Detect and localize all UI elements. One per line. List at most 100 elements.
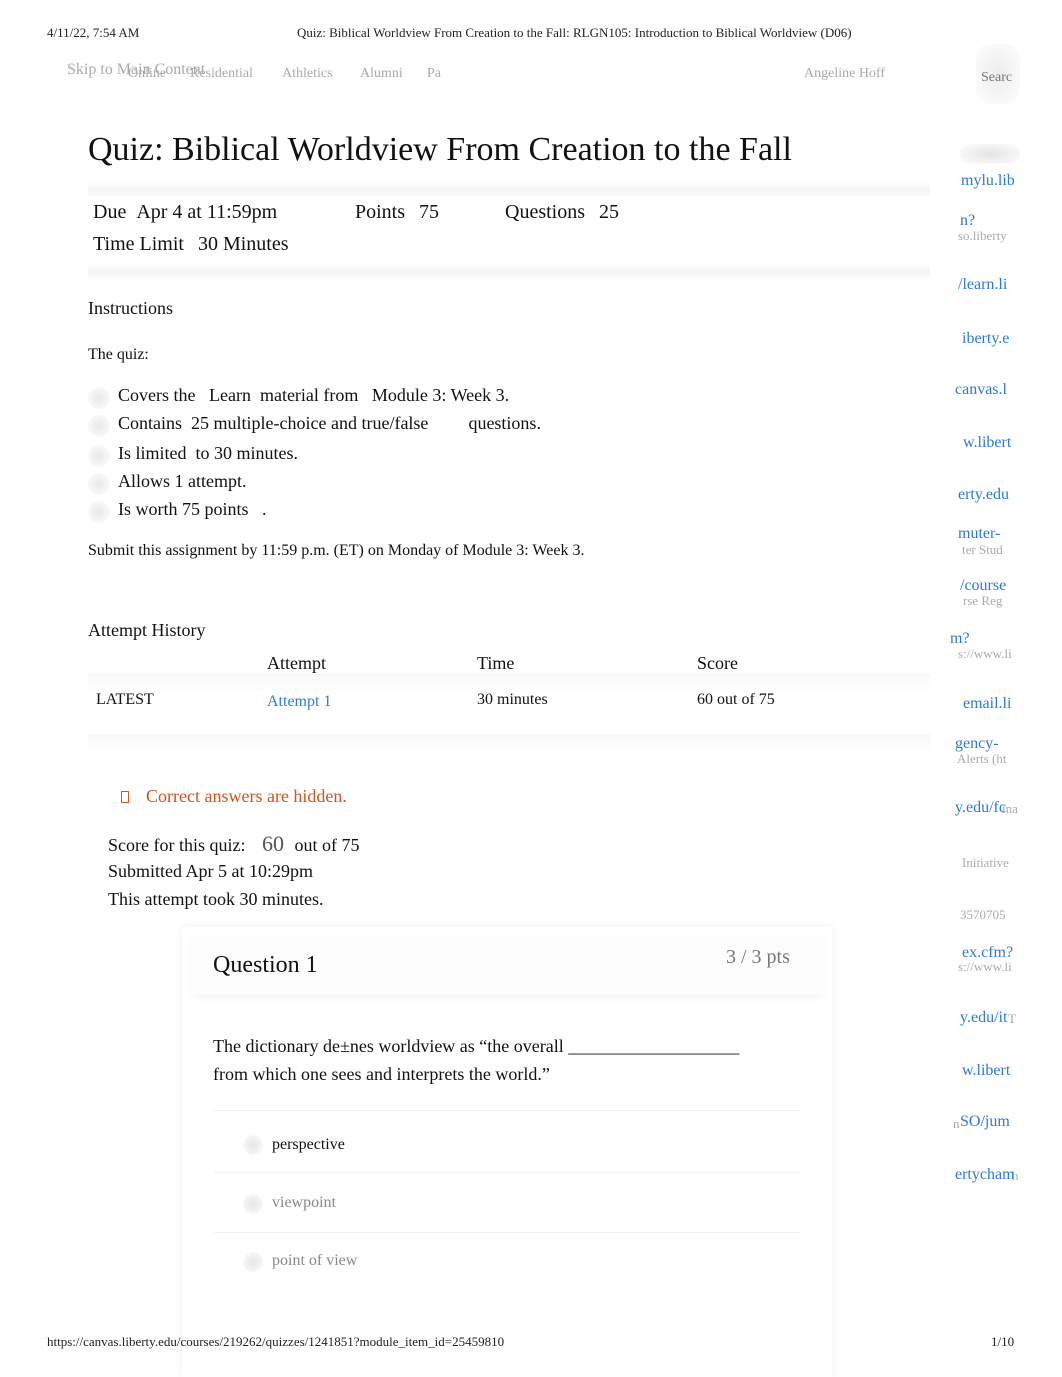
overflow-text: 3570705 [960,907,1006,922]
bullet-icon [88,445,110,467]
question-title: Question 1 [213,952,318,978]
correct-answers-hidden-notice: Correct answers are hidden. [146,786,347,806]
overflow-text: ina [1002,801,1018,816]
divider [214,1232,800,1233]
latest-tag: LATEST [96,691,154,708]
overflow-text: ter Stud [962,542,1003,557]
attempt-1-link[interactable]: Attempt 1 [267,693,331,711]
overflow-text: n [953,1116,960,1131]
text: . [262,499,267,519]
points-label: Points [355,201,406,223]
overflow-link[interactable]: email.li [963,695,1011,713]
overflow-text: h [1012,1168,1019,1183]
text: Allows 1 attempt. [118,471,247,491]
overflow-link[interactable]: /learn.li [958,276,1007,294]
text: Learn [208,385,251,405]
instructions-heading: Instructions [88,298,173,318]
text: Is worth 75 points [118,499,249,519]
overflow-text: s://www.li [958,646,1012,661]
radio-icon[interactable] [243,1194,263,1214]
overflow-link[interactable]: mylu.lib [961,172,1015,190]
text: Module 3: Week 3. [371,385,510,405]
overflow-link[interactable]: w.libert [963,434,1011,452]
text: Contains [118,413,183,433]
overflow-text: rse Reg [963,593,1003,608]
nav-item-athletics[interactable]: Athletics [282,66,333,82]
bullet-icon [88,473,110,495]
search-label[interactable]: Searc [981,70,1012,86]
overflow-link[interactable]: y.edu/fc [955,799,1006,817]
instruction-item: Covers the Learn material from Module 3:… [118,385,509,406]
overflow-link[interactable]: erty.edu [958,486,1009,504]
overflow-link[interactable]: y.edu/it [960,1009,1007,1027]
nav-item-partial[interactable]: Pa [427,66,441,82]
instructions-intro: The quiz: [88,346,149,363]
question-points: 3 / 3 pts [726,946,790,968]
text: Is limited [118,443,187,463]
user-name-link[interactable]: Angeline Hoff [804,66,885,82]
divider [88,181,930,199]
column-header-attempt: Attempt [267,653,326,673]
print-url: https://canvas.liberty.edu/courses/21926… [47,1334,505,1349]
overflow-text: Alerts (ht [957,751,1007,766]
overflow-text: T [1008,1011,1016,1026]
attempt-score: 60 out of 75 [697,691,775,708]
radio-icon[interactable] [243,1252,263,1272]
radio-selected-icon[interactable] [243,1135,263,1155]
column-header-time: Time [477,653,515,673]
text: to [195,443,210,463]
divider [88,263,930,281]
time-limit-value: 30 Minutes [197,233,289,255]
overflow-link[interactable]: muter- [958,525,1000,543]
text: 25 multiple-choice and true/false [191,413,429,433]
overflow-text: so.liberty [958,228,1007,243]
attempt-time: 30 minutes [477,691,548,708]
print-page-number: 1/10 [991,1334,1015,1349]
bullet-icon [88,415,110,437]
attempt-history-heading: Attempt History [88,620,206,640]
overflow-link[interactable]: SO/jum [960,1113,1010,1131]
nav-item-alumni[interactable]: Alumni [360,66,403,82]
skip-to-main-content-link[interactable]: Skip to Main Content [67,61,205,79]
score-total: out of 75 [294,835,360,855]
instruction-item: Is worth 75 points . [118,499,267,520]
questions-value: 25 [599,201,619,223]
points-value: 75 [419,201,440,223]
submit-note: Submit this assignment by 11:59 p.m. (ET… [88,542,585,559]
overflow-link[interactable]: iberty.e [962,330,1009,348]
overflow-text: s://www.li [958,959,1012,974]
blurred-element [960,144,1020,164]
due-label: Due [93,201,127,223]
due-value: Apr 4 at 11:59pm [136,201,278,223]
due-date: Due Apr 4 at 11:59pm [93,201,277,224]
instruction-item: Contains 25 multiple-choice and true/fal… [118,413,541,434]
attempt-duration: This attempt took 30 minutes. [108,889,324,909]
print-datetime: 4/11/22, 7:54 AM [47,25,140,40]
text: 30 minutes. [214,443,299,463]
divider [214,1110,800,1111]
overflow-text: Initiative [962,855,1009,870]
bullet-icon [88,387,110,409]
divider [214,1172,800,1173]
question-text: The dictionary de±nes worldview as “the … [213,1036,740,1084]
points: Points 75 [355,201,439,224]
quiz-score: Score for this quiz: 60 out of 75 [108,831,359,857]
answer-label: perspective [272,1136,345,1153]
time-limit: Time Limit 30 Minutes [93,233,289,256]
overflow-link[interactable]: canvas.l [955,381,1007,399]
questions-count: Questions 25 [505,201,619,224]
score-value: 60 [261,831,284,856]
questions-label: Questions [505,201,585,223]
overflow-link[interactable]: w.libert [962,1062,1010,1080]
text: Covers the [118,385,196,405]
page-title: Quiz: Biblical Worldview From Creation t… [88,131,792,168]
overflow-link[interactable]: ertycham [955,1166,1015,1184]
text: questions. [468,413,541,433]
score-label: Score for this quiz: [108,835,246,855]
divider [88,734,930,754]
submitted-time: Submitted Apr 5 at 10:29pm [108,861,313,881]
instruction-item: Is limited to 30 minutes. [118,443,298,464]
column-header-score: Score [697,653,738,673]
print-document-title: Quiz: Biblical Worldview From Creation t… [297,25,852,40]
warning-icon [121,791,129,803]
